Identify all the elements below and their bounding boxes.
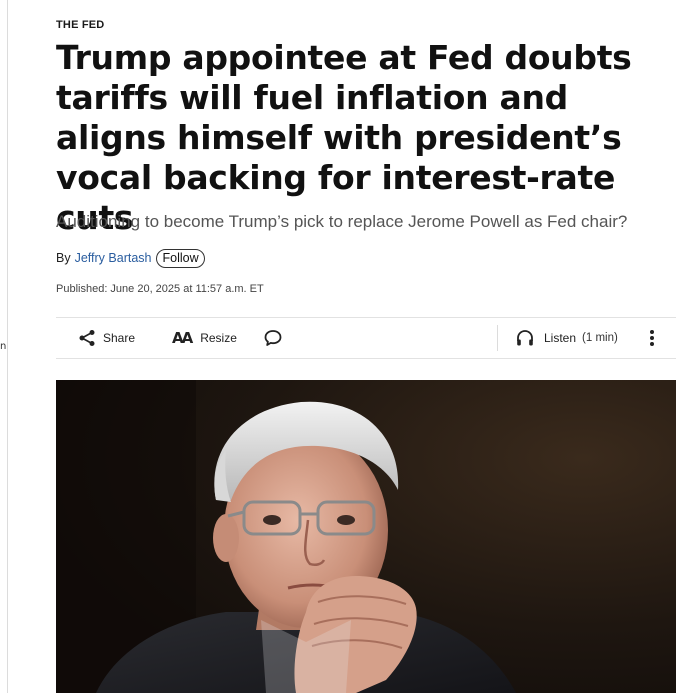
share-label: Share (103, 331, 136, 345)
rail-mark: n (0, 341, 7, 352)
share-button[interactable]: Share (78, 318, 135, 358)
share-icon (78, 329, 96, 347)
article-photo-illustration (56, 380, 676, 693)
left-rail: n (0, 0, 8, 693)
kicker[interactable]: THE FED (56, 19, 104, 31)
resize-button[interactable]: AA Resize (172, 318, 237, 358)
resize-label: Resize (200, 331, 237, 345)
headline: Trump appointee at Fed doubts tariffs wi… (56, 38, 632, 237)
author-link[interactable]: Jeffry Bartash (75, 251, 152, 265)
byline-prefix: By (56, 251, 71, 265)
toolbar-divider (497, 325, 498, 351)
follow-button[interactable]: Follow (156, 248, 205, 268)
text-resize-icon: AA (172, 329, 193, 347)
more-options-button[interactable] (644, 318, 660, 358)
published-date: Published: June 20, 2025 at 11:57 a.m. E… (56, 283, 264, 295)
byline: By Jeffry Bartash Follow (56, 248, 205, 268)
comment-button[interactable] (263, 318, 283, 358)
listen-button[interactable]: Listen (1 min) (515, 318, 618, 358)
listen-label: Listen (544, 331, 577, 345)
listen-duration: (1 min) (582, 332, 618, 344)
article-toolbar: Share AA Resize Listen (1 min) (56, 317, 676, 359)
dek: Auditioning to become Trump’s pick to re… (56, 212, 628, 231)
more-vertical-icon (649, 328, 655, 348)
article-photo (56, 380, 676, 693)
comment-icon (263, 328, 283, 348)
headphones-icon (515, 328, 535, 348)
